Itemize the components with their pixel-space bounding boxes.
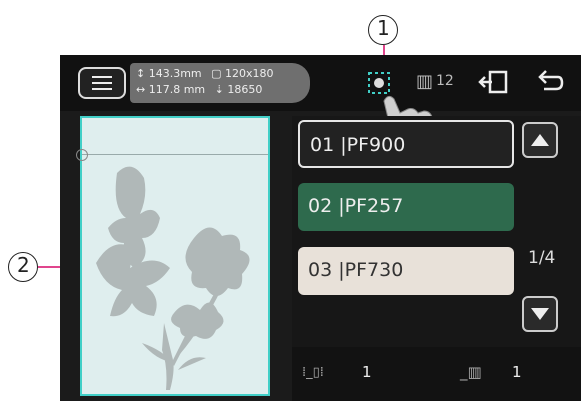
thread-item-label: 01 |PF900 <box>310 134 406 156</box>
undo-button[interactable] <box>532 65 566 103</box>
stitch-count: 18650 <box>227 83 263 96</box>
spool-icon: ▥ <box>416 71 434 92</box>
embroidery-screen: ↕ 143.3mm ▢ 120x180 ↔ 117.8 mm ⇣ 18650 ▥… <box>60 55 581 401</box>
menu-button[interactable] <box>78 67 126 99</box>
design-width: 117.8 mm <box>148 83 206 96</box>
up-arrow-icon <box>531 134 549 146</box>
undo-icon <box>538 70 564 91</box>
exit-icon <box>478 70 508 94</box>
spool-count-icon: _▥ <box>460 363 482 381</box>
lily-butterfly-design <box>96 166 250 390</box>
menu-icon <box>92 76 112 78</box>
design-info-panel: ↕ 143.3mm ▢ 120x180 ↔ 117.8 mm ⇣ 18650 <box>130 63 310 103</box>
exit-button[interactable] <box>478 65 512 103</box>
page-indicator: 1/4 <box>528 248 556 268</box>
needle-value: 1 <box>362 363 372 381</box>
callout-2-label: 2 <box>17 253 30 277</box>
height-icon: ↕ <box>136 67 146 80</box>
width-icon: ↔ <box>136 83 146 96</box>
color-count: 12 <box>436 73 454 89</box>
thread-item-label: 03 |PF730 <box>308 259 404 281</box>
needle-icon: ⁞_▯⁞ <box>302 365 324 380</box>
bottom-bar: ⁞_▯⁞ 1 _▥ 1 <box>292 347 581 401</box>
spool-count-value: 1 <box>512 363 522 381</box>
design-height: 143.3mm <box>148 67 202 80</box>
callout-1-label: 1 <box>377 16 390 40</box>
thread-item-label: 02 |PF257 <box>308 195 404 217</box>
design-preview[interactable] <box>76 116 270 396</box>
stitch-count-icon: ⇣ <box>214 83 224 96</box>
top-bar: ↕ 143.3mm ▢ 120x180 ↔ 117.8 mm ⇣ 18650 ▥… <box>60 55 581 146</box>
hoop-icon: ▢ <box>211 67 222 80</box>
scroll-up-button[interactable] <box>522 122 558 158</box>
down-arrow-icon <box>531 308 549 320</box>
scroll-down-button[interactable] <box>522 296 558 332</box>
thread-item[interactable]: 01 |PF900 <box>298 120 514 168</box>
thread-item[interactable]: 02 |PF257 <box>298 183 514 231</box>
hoop-size: 120x180 <box>225 67 274 80</box>
thread-item[interactable]: 03 |PF730 <box>298 247 514 295</box>
